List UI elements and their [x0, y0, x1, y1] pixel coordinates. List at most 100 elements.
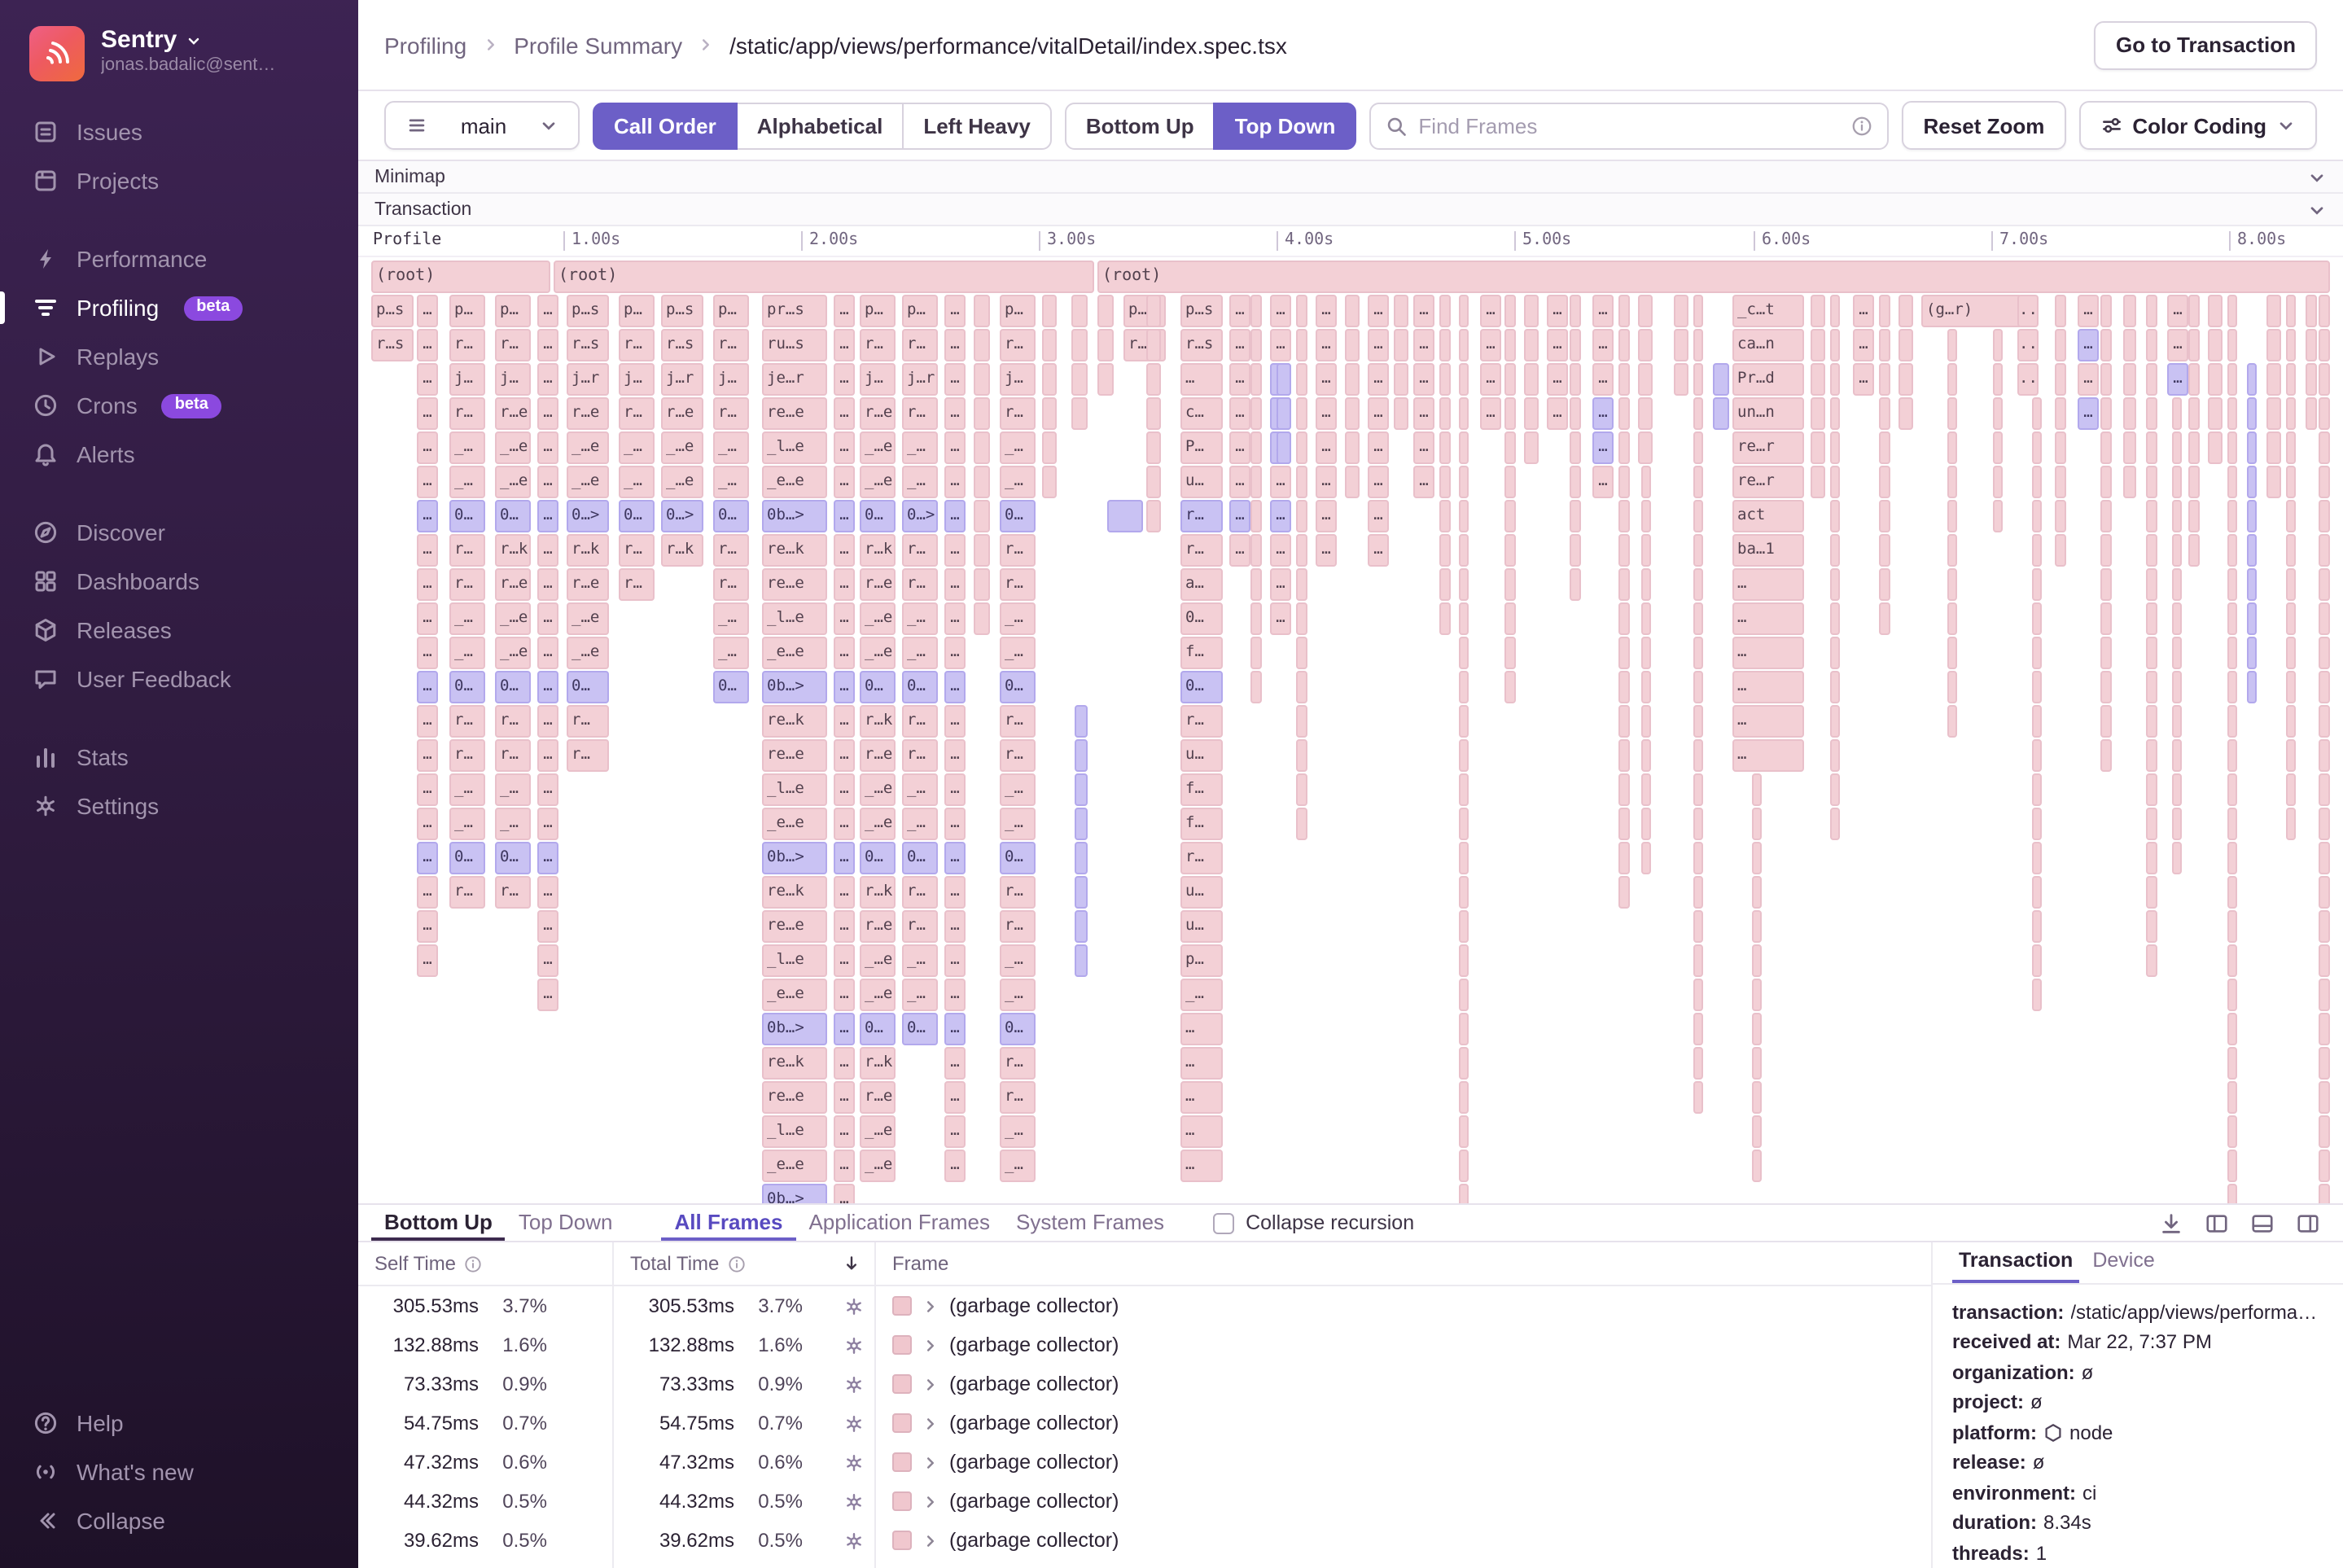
flame-frame[interactable]: p…s — [567, 295, 609, 327]
flame-frame[interactable]: … — [537, 705, 558, 738]
flame-frame[interactable]: … — [1229, 466, 1250, 498]
flame-frame[interactable] — [1641, 466, 1651, 498]
flame-frame[interactable]: r… — [902, 568, 938, 601]
flame-frame[interactable] — [2032, 431, 2042, 464]
flame-frame[interactable]: … — [1480, 329, 1501, 361]
flame-frame[interactable] — [2172, 431, 2182, 464]
sidebar-item-dashboards[interactable]: Dashboards — [0, 557, 358, 606]
flame-frame[interactable]: re…k — [762, 1047, 827, 1080]
flame-frame[interactable] — [1296, 773, 1307, 806]
flame-frame[interactable] — [1618, 739, 1630, 772]
flame-frame[interactable] — [2208, 295, 2223, 327]
flame-frame[interactable]: _l…e — [762, 602, 827, 635]
flame-frame[interactable] — [1752, 944, 1762, 977]
flame-frame[interactable] — [1071, 329, 1088, 361]
flame-frame[interactable]: _e…e — [762, 1150, 827, 1182]
flame-frame[interactable] — [974, 295, 990, 327]
flame-frame[interactable] — [2319, 944, 2330, 977]
flame-frame[interactable] — [1250, 534, 1262, 567]
flame-frame[interactable]: f… — [1180, 808, 1223, 840]
flame-frame[interactable] — [1459, 637, 1469, 669]
flame-frame[interactable]: … — [944, 1047, 966, 1080]
expand-chevron-icon[interactable] — [922, 1414, 939, 1432]
flame-frame[interactable]: 0… — [860, 1013, 896, 1045]
sidebar-item-help[interactable]: Help — [0, 1399, 358, 1448]
flame-frame[interactable] — [2266, 431, 2281, 464]
flame-frame[interactable] — [1345, 431, 1360, 464]
flame-frame[interactable] — [2266, 397, 2281, 430]
flame-frame[interactable]: re…r — [1732, 431, 1804, 464]
flame-frame[interactable] — [1693, 568, 1703, 601]
flame-frame[interactable] — [1250, 637, 1262, 669]
flame-frame[interactable] — [1830, 808, 1840, 840]
flame-frame[interactable] — [1693, 1047, 1703, 1080]
flame-frame[interactable] — [1296, 705, 1307, 738]
flame-frame[interactable]: r… — [713, 568, 749, 601]
flame-frame[interactable] — [2146, 295, 2157, 327]
flame-frame[interactable] — [1947, 705, 1957, 738]
flame-frame[interactable]: r… — [1000, 329, 1036, 361]
flame-frame[interactable] — [1811, 295, 1825, 327]
flame-frame[interactable]: … — [1316, 466, 1337, 498]
flame-frame[interactable] — [1693, 1013, 1703, 1045]
flame-frame[interactable] — [1075, 808, 1088, 840]
flame-frame[interactable] — [2247, 397, 2257, 430]
flame-frame[interactable] — [1296, 466, 1307, 498]
expand-chevron-icon[interactable] — [922, 1453, 939, 1471]
gear-icon[interactable] — [843, 1413, 865, 1434]
flame-frame[interactable] — [2227, 1013, 2237, 1045]
flame-frame[interactable] — [1570, 397, 1581, 430]
flame-frame[interactable] — [1618, 773, 1630, 806]
flame-frame[interactable]: 0b…> — [762, 500, 827, 532]
flame-frame[interactable] — [2247, 500, 2257, 532]
flame-frame[interactable]: … — [537, 329, 558, 361]
flame-frame[interactable] — [2227, 568, 2237, 601]
flame-frame[interactable]: _…e — [860, 466, 896, 498]
flame-frame[interactable]: r… — [1000, 1047, 1036, 1080]
flame-frame[interactable] — [2286, 739, 2296, 772]
flame-frame[interactable] — [2123, 431, 2136, 464]
flame-frame[interactable] — [2266, 295, 2281, 327]
flame-frame[interactable]: … — [834, 637, 855, 669]
flame-frame[interactable]: _… — [713, 431, 749, 464]
flame-frame[interactable]: _… — [1000, 773, 1036, 806]
flame-frame[interactable] — [1504, 534, 1516, 567]
flame-frame[interactable] — [2172, 534, 2182, 567]
flame-frame[interactable]: .. — [2017, 329, 2039, 361]
flame-frame[interactable]: … — [1413, 295, 1434, 327]
flame-frame[interactable]: re…e — [762, 568, 827, 601]
flame-frame[interactable]: … — [1368, 363, 1389, 396]
flame-frame[interactable] — [1618, 671, 1630, 703]
flame-frame[interactable]: r… — [1180, 705, 1223, 738]
flame-frame[interactable]: j…r — [661, 363, 703, 396]
flame-frame[interactable]: _…e — [661, 466, 703, 498]
flame-frame[interactable]: r… — [1000, 876, 1036, 909]
flame-frame[interactable]: 0… — [902, 671, 938, 703]
sidebar-item-releases[interactable]: Releases — [0, 606, 358, 655]
color-coding-select[interactable]: Color Coding — [2078, 101, 2317, 150]
flame-frame[interactable] — [2306, 363, 2317, 396]
flame-frame[interactable]: … — [944, 1150, 966, 1182]
flame-frame[interactable] — [1459, 1115, 1469, 1148]
flame-frame[interactable] — [1394, 295, 1408, 327]
flame-frame[interactable]: r… — [449, 705, 485, 738]
sidebar-item-performance[interactable]: Performance — [0, 234, 358, 283]
flame-frame[interactable] — [1993, 363, 2003, 396]
flame-frame[interactable] — [2146, 602, 2157, 635]
flame-frame[interactable] — [1947, 534, 1957, 567]
gear-icon[interactable] — [843, 1295, 865, 1316]
flame-frame[interactable]: _…e — [860, 808, 896, 840]
flame-frame[interactable] — [1277, 363, 1291, 396]
flame-frame[interactable] — [1042, 466, 1057, 498]
flame-frame[interactable] — [2032, 671, 2042, 703]
flame-frame[interactable]: _…e — [495, 466, 531, 498]
flame-frame[interactable] — [2032, 466, 2042, 498]
flame-frame[interactable] — [2188, 329, 2200, 361]
flame-frame[interactable]: re…e — [762, 910, 827, 943]
flame-frame[interactable]: r… — [1180, 842, 1223, 874]
flame-frame[interactable] — [1394, 397, 1408, 430]
flame-frame[interactable] — [1641, 500, 1651, 532]
flame-frame[interactable]: 0… — [495, 671, 531, 703]
flame-frame[interactable] — [1693, 295, 1703, 327]
flame-frame[interactable] — [1459, 944, 1469, 977]
